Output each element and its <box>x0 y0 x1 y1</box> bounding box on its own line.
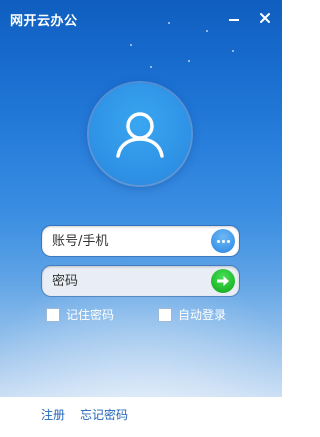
login-window: 网开云办公 账号/手机 记住密码 自动登录 注册 忘记密码 <box>0 0 282 437</box>
user-icon <box>116 112 164 158</box>
app-title: 网开云办公 <box>10 14 78 29</box>
checkbox-box[interactable] <box>46 307 60 322</box>
star-decoration <box>130 44 132 46</box>
more-dots-icon <box>216 239 220 243</box>
star-decoration <box>150 66 152 68</box>
forgot-password-link[interactable]: 忘记密码 <box>80 406 128 423</box>
footer-bar: 注册 忘记密码 <box>0 397 282 437</box>
account-field <box>42 226 239 256</box>
register-link[interactable]: 注册 <box>41 406 65 423</box>
avatar[interactable] <box>89 83 191 185</box>
more-dots-icon <box>226 239 230 243</box>
auto-login-label: 自动登录 <box>178 308 227 322</box>
title-bar[interactable]: 网开云办公 <box>0 0 282 36</box>
star-decoration <box>232 50 234 52</box>
background <box>0 0 282 397</box>
close-icon <box>260 13 270 23</box>
minimize-button[interactable] <box>222 6 246 30</box>
auto-login-checkbox[interactable]: 自动登录 <box>158 306 226 323</box>
account-input[interactable] <box>52 226 202 256</box>
close-button[interactable] <box>253 6 277 30</box>
checkbox-box[interactable] <box>158 307 172 322</box>
password-field <box>42 266 239 296</box>
remember-password-checkbox[interactable]: 记住密码 <box>46 306 114 323</box>
arrow-right-icon <box>217 276 229 286</box>
account-dropdown-button[interactable] <box>211 229 235 253</box>
remember-password-label: 记住密码 <box>66 308 115 322</box>
star-decoration <box>188 60 190 62</box>
more-dots-icon <box>221 239 225 243</box>
login-submit-button[interactable] <box>211 269 235 293</box>
minimize-icon <box>229 19 239 21</box>
password-input[interactable] <box>52 266 202 296</box>
